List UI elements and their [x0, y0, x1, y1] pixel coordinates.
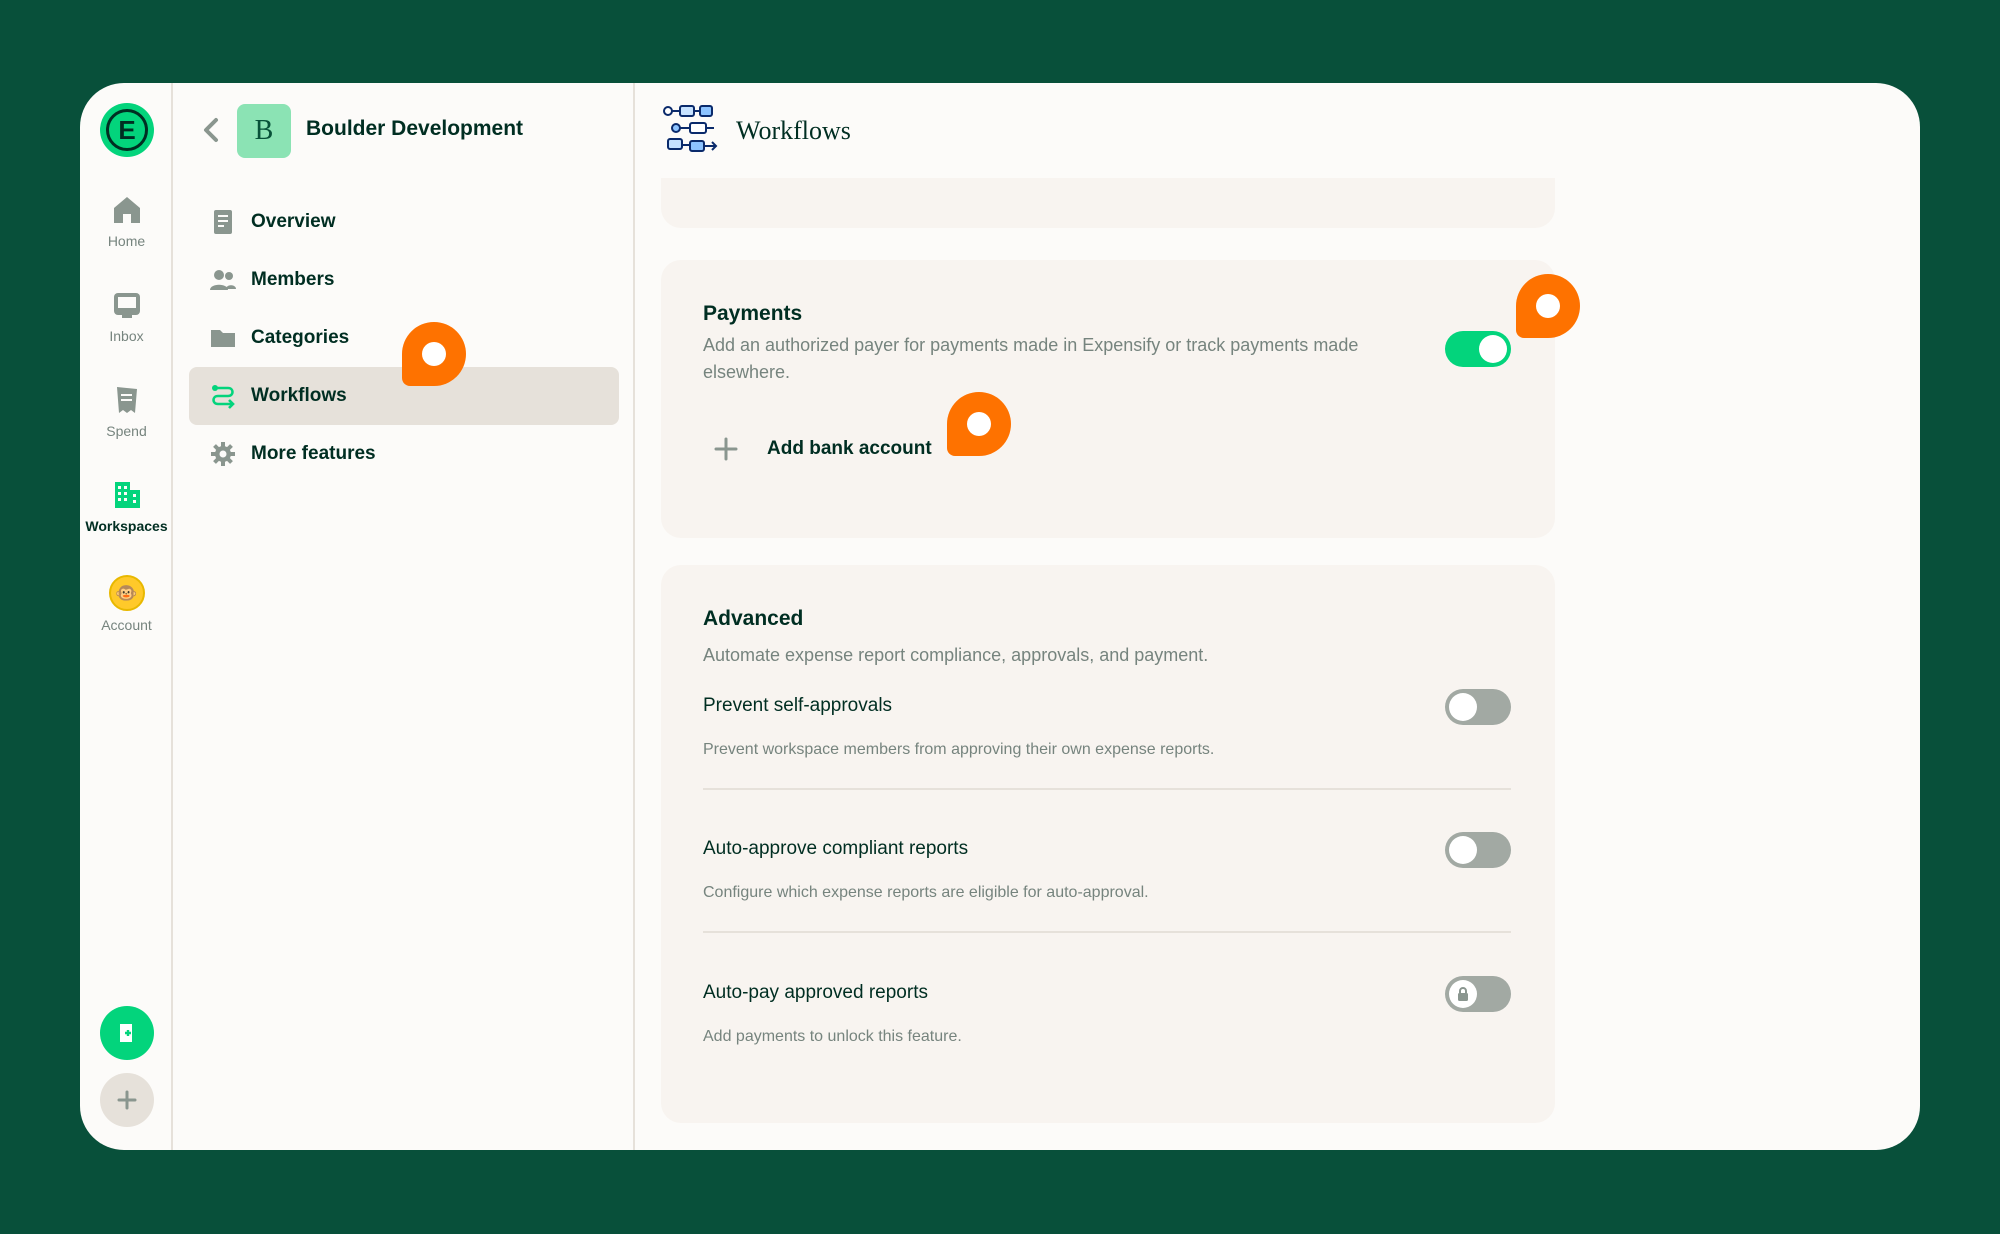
workflow-icon	[209, 382, 237, 410]
hotspot-marker[interactable]	[1516, 274, 1580, 338]
new-receipt-icon	[120, 1024, 132, 1042]
nav-label-workflows: Workflows	[251, 385, 347, 406]
users-icon	[209, 266, 237, 294]
inbox-icon	[113, 293, 140, 318]
hotspot-marker[interactable]	[402, 322, 466, 386]
nav-label-categories: Categories	[251, 327, 350, 348]
nav-label-more-features: More features	[251, 443, 376, 464]
setting-title-prevent-self-approvals: Prevent self-approvals	[703, 695, 893, 716]
plus-icon	[117, 1090, 137, 1110]
building-icon	[114, 482, 140, 508]
rail-label-workspaces: Workspaces	[85, 518, 168, 534]
rail-label-home: Home	[107, 233, 146, 249]
nav-item-members[interactable]: Members	[189, 251, 619, 309]
document-icon	[209, 208, 237, 236]
rail-item-workspaces[interactable]: Workspaces	[80, 478, 173, 534]
advanced-title: Advanced	[703, 607, 804, 630]
nav-item-more-features[interactable]: More features	[189, 425, 619, 483]
nav-label-members: Members	[251, 269, 335, 290]
toggle-knob	[1479, 335, 1507, 363]
workspace-sidebar: B Boulder Development Overview Members C…	[173, 83, 635, 1150]
advanced-card: Advanced Automate expense report complia…	[661, 565, 1555, 1123]
expensify-logo[interactable]: E	[100, 103, 154, 157]
add-button[interactable]	[100, 1073, 154, 1127]
hotspot-marker[interactable]	[947, 392, 1011, 456]
setting-desc-auto-approve: Configure which expense reports are elig…	[703, 884, 1149, 901]
setting-desc-auto-pay: Add payments to unlock this feature.	[703, 1028, 962, 1045]
page-title: Workflows	[736, 116, 851, 145]
add-bank-account-label: Add bank account	[767, 438, 932, 459]
page-header: Workflows	[662, 103, 851, 159]
advanced-description: Automate expense report compliance, appr…	[703, 645, 1209, 665]
avatar: 🐵	[108, 575, 145, 611]
add-bank-account-button[interactable]: Add bank account	[713, 436, 932, 462]
toggle-knob	[1449, 980, 1477, 1008]
home-icon	[113, 197, 140, 223]
gear-icon	[209, 440, 237, 468]
payments-title: Payments	[703, 302, 803, 325]
workflows-illustration-icon	[663, 105, 718, 152]
toggle-knob	[1449, 836, 1477, 864]
auto-pay-toggle[interactable]	[1445, 976, 1511, 1012]
lock-icon	[1458, 987, 1468, 1001]
auto-approve-toggle[interactable]	[1445, 832, 1511, 868]
rail-item-spend[interactable]: Spend	[80, 383, 173, 439]
rail-item-home[interactable]: Home	[80, 193, 173, 249]
plus-icon	[714, 437, 738, 461]
payments-card: Payments Add an authorized payer for pay…	[661, 260, 1555, 538]
nav-item-overview[interactable]: Overview	[189, 193, 619, 251]
app-window: E Home Inbox Spend Workspaces 🐵 Account	[80, 83, 1920, 1150]
toggle-knob	[1449, 693, 1477, 721]
main-content: Workflows Payments Add an authorized pay…	[637, 83, 1920, 1150]
receipt-icon	[116, 387, 137, 413]
avatar-icon: 🐵	[115, 582, 138, 603]
rail-item-account[interactable]: 🐵 Account	[80, 575, 173, 633]
rail-item-inbox[interactable]: Inbox	[80, 288, 173, 344]
chevron-left-icon[interactable]	[201, 117, 221, 143]
setting-title-auto-pay: Auto-pay approved reports	[703, 982, 928, 1003]
setting-title-auto-approve: Auto-approve compliant reports	[703, 838, 969, 859]
rail-label-spend: Spend	[106, 423, 147, 439]
left-rail: E Home Inbox Spend Workspaces 🐵 Account	[80, 83, 173, 1150]
payments-toggle[interactable]	[1445, 331, 1511, 367]
setting-desc-prevent-self-approvals: Prevent workspace members from approving…	[703, 741, 1215, 758]
divider	[703, 788, 1511, 790]
workspace-avatar: B	[237, 104, 291, 158]
workspace-name: Boulder Development	[306, 117, 524, 140]
workspace-nav: Overview Members Categories Workflows Mo…	[189, 193, 619, 483]
folder-icon	[209, 324, 237, 352]
nav-label-overview: Overview	[251, 211, 336, 232]
divider	[703, 931, 1511, 933]
payments-description: Add an authorized payer for payments mad…	[703, 335, 1359, 382]
rail-label-inbox: Inbox	[109, 328, 144, 344]
prevent-self-approvals-toggle[interactable]	[1445, 689, 1511, 725]
logo-letter: E	[106, 109, 148, 151]
rail-label-account: Account	[101, 617, 152, 633]
previous-section-card	[661, 178, 1555, 228]
create-report-button[interactable]	[100, 1006, 154, 1060]
